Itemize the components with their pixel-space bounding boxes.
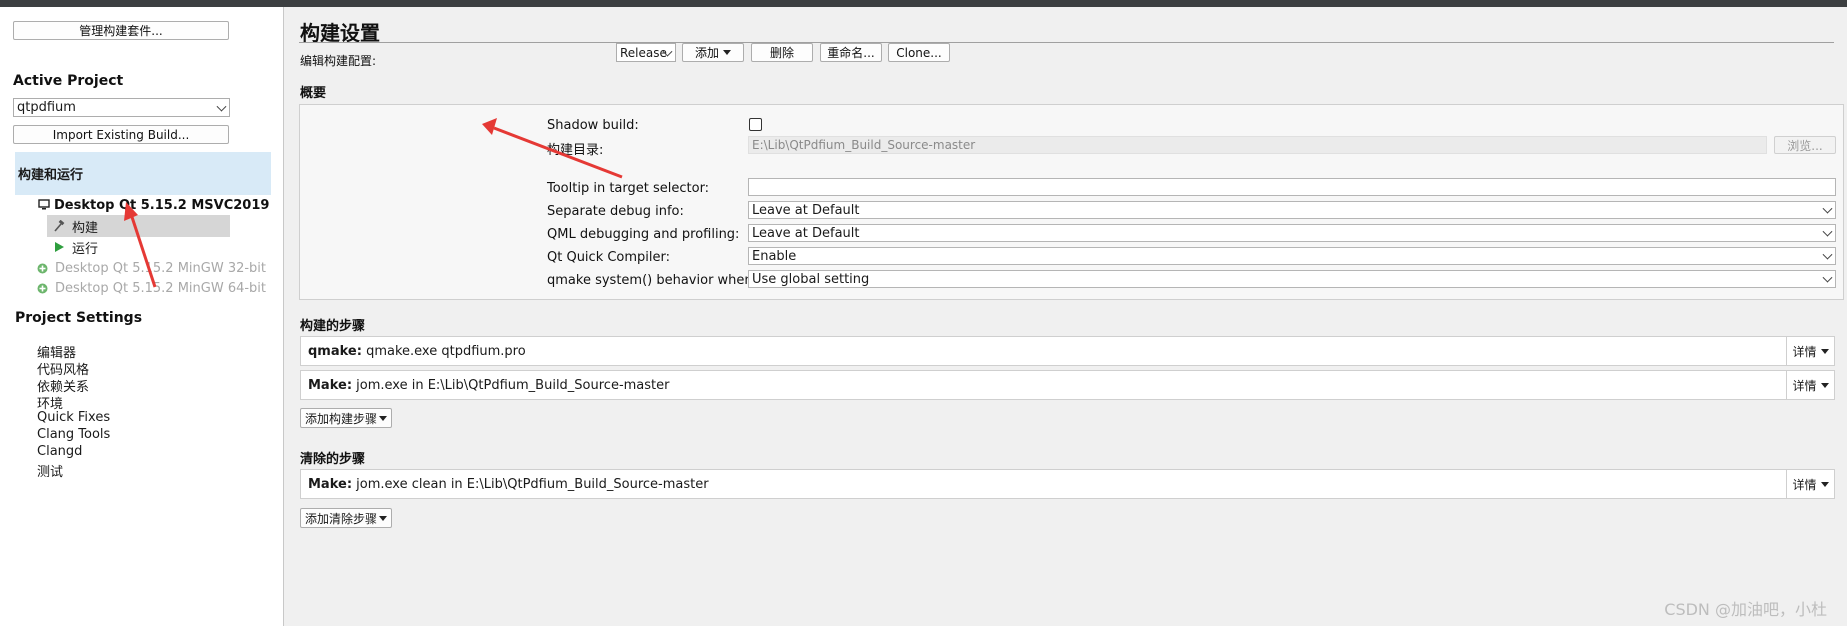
- step-detail: jom.exe clean in E:\Lib\QtPdfium_Build_S…: [352, 476, 709, 492]
- qml-debug-value: Leave at Default: [752, 225, 860, 241]
- chevron-down-icon: [216, 101, 227, 112]
- kit-label: Desktop Qt 5.15.2 MinGW 32-bit: [55, 260, 267, 276]
- clean-step-make: Make: jom.exe clean in E:\Lib\QtPdfium_B…: [300, 469, 1835, 499]
- kit-subitem-run[interactable]: 运行: [47, 236, 230, 258]
- project-mode-sidebar: 管理构建套件... Active Project qtpdfium Import…: [0, 7, 284, 626]
- kit-subitem-build[interactable]: 构建: [47, 215, 230, 237]
- chevron-down-icon: [1822, 226, 1833, 237]
- build-config-value: Release: [620, 45, 667, 60]
- shadow-build-checkbox[interactable]: [749, 118, 762, 131]
- qml-debug-label: QML debugging and profiling:: [547, 227, 740, 242]
- monitor-icon: [38, 199, 50, 211]
- qmake-behavior-select[interactable]: Use global setting: [748, 270, 1836, 288]
- dropdown-arrow-icon: [1820, 382, 1829, 388]
- step-details-button[interactable]: 详情: [1786, 371, 1834, 399]
- details-label: 详情: [1792, 477, 1817, 492]
- hammer-icon: [50, 220, 68, 232]
- add-build-step-label: 添加构建步骤: [305, 411, 378, 426]
- settings-item-testing[interactable]: 测试: [37, 461, 63, 480]
- build-steps-title: 构建的步骤: [300, 319, 366, 334]
- watermark: CSDN @加油吧，小杜: [1664, 600, 1827, 619]
- build-run-header[interactable]: 构建和运行: [15, 152, 271, 195]
- qt-quick-compiler-label: Qt Quick Compiler:: [547, 250, 671, 265]
- step-details-button[interactable]: 详情: [1786, 337, 1834, 365]
- step-name: qmake:: [308, 343, 362, 359]
- qt-quick-compiler-select[interactable]: Enable: [748, 247, 1836, 265]
- project-settings-title: Project Settings: [15, 310, 143, 326]
- active-project-title: Active Project: [13, 73, 124, 89]
- clean-steps-title: 清除的步骤: [300, 452, 366, 467]
- step-detail: jom.exe in E:\Lib\QtPdfium_Build_Source-…: [352, 377, 670, 393]
- details-label: 详情: [1792, 378, 1817, 393]
- manage-kits-button[interactable]: 管理构建套件...: [13, 21, 229, 40]
- add-clean-step-button[interactable]: 添加清除步骤: [300, 508, 393, 528]
- shadow-build-label: Shadow build:: [547, 118, 639, 133]
- tooltip-selector-label: Tooltip in target selector:: [547, 181, 710, 196]
- build-settings-panel: 构建设置 编辑构建配置: Release 添加 删除 重命名... Clone.…: [285, 7, 1847, 626]
- import-existing-build-button[interactable]: Import Existing Build...: [13, 125, 229, 144]
- step-details-button[interactable]: 详情: [1786, 470, 1834, 498]
- kit-subitem-build-label: 构建: [72, 220, 99, 236]
- run-icon: [50, 241, 68, 253]
- dropdown-arrow-icon: [379, 515, 388, 521]
- build-dir-input[interactable]: E:\Lib\QtPdfium_Build_Source-master: [748, 136, 1767, 154]
- kit-label: Desktop Qt 5.15.2 MinGW 64-bit: [55, 280, 267, 296]
- add-config-button[interactable]: 添加: [682, 43, 744, 62]
- kit-label: Desktop Qt 5.15.2 MSVC2019 64...: [54, 197, 273, 213]
- separate-debug-value: Leave at Default: [752, 202, 860, 218]
- build-config-select[interactable]: Release: [616, 43, 676, 62]
- build-step-make: Make: jom.exe in E:\Lib\QtPdfium_Build_S…: [300, 370, 1835, 400]
- browse-button[interactable]: 浏览...: [1774, 136, 1836, 154]
- step-name: Make:: [308, 476, 353, 492]
- separate-debug-label: Separate debug info:: [547, 204, 684, 219]
- build-run-header-label: 构建和运行: [18, 168, 84, 183]
- clone-config-button[interactable]: Clone...: [888, 43, 950, 62]
- build-dir-value: E:\Lib\QtPdfium_Build_Source-master: [752, 138, 976, 152]
- chevron-down-icon: [1822, 203, 1833, 214]
- dropdown-arrow-icon: [723, 50, 731, 55]
- window-top-bar: [0, 0, 1847, 7]
- tooltip-selector-input[interactable]: [748, 178, 1836, 196]
- delete-config-button[interactable]: 删除: [751, 43, 813, 62]
- dropdown-arrow-icon: [379, 415, 388, 421]
- edit-config-label: 编辑构建配置:: [300, 54, 377, 68]
- rename-config-button[interactable]: 重命名...: [820, 43, 882, 62]
- add-kit-icon: [33, 263, 51, 274]
- project-select-value: qtpdfium: [17, 100, 76, 115]
- separate-debug-select[interactable]: Leave at Default: [748, 201, 1836, 219]
- add-config-label: 添加: [694, 46, 719, 60]
- step-detail: qmake.exe qtpdfium.pro: [361, 343, 526, 359]
- chevron-down-icon: [1822, 272, 1833, 283]
- build-step-qmake: qmake: qmake.exe qtpdfium.pro 详情: [300, 336, 1835, 366]
- build-dir-label: 构建目录:: [547, 143, 604, 158]
- add-clean-step-label: 添加清除步骤: [305, 511, 378, 526]
- add-build-step-button[interactable]: 添加构建步骤: [300, 408, 393, 428]
- overview-title: 概要: [300, 86, 327, 101]
- project-select[interactable]: qtpdfium: [13, 98, 230, 117]
- details-label: 详情: [1792, 344, 1817, 359]
- step-name: Make:: [308, 377, 353, 393]
- kit-item-mingw-32[interactable]: Desktop Qt 5.15.2 MinGW 32-bit: [33, 257, 268, 279]
- chevron-down-icon: [1822, 249, 1833, 260]
- dropdown-arrow-icon: [1820, 481, 1829, 487]
- kit-subitem-run-label: 运行: [72, 241, 99, 257]
- add-kit-icon: [33, 283, 51, 294]
- title-divider: [299, 42, 1834, 43]
- settings-item-clangd[interactable]: Clangd: [37, 444, 82, 459]
- qt-quick-compiler-value: Enable: [752, 248, 797, 264]
- qml-debug-select[interactable]: Leave at Default: [748, 224, 1836, 242]
- settings-item-clang-tools[interactable]: Clang Tools: [37, 427, 110, 442]
- kit-item-msvc2019-64[interactable]: Desktop Qt 5.15.2 MSVC2019 64...: [38, 194, 273, 216]
- dropdown-arrow-icon: [1820, 348, 1829, 354]
- settings-item-quick-fixes[interactable]: Quick Fixes: [37, 410, 110, 425]
- qmake-behavior-value: Use global setting: [752, 271, 870, 287]
- kit-item-mingw-64[interactable]: Desktop Qt 5.15.2 MinGW 64-bit: [33, 277, 268, 299]
